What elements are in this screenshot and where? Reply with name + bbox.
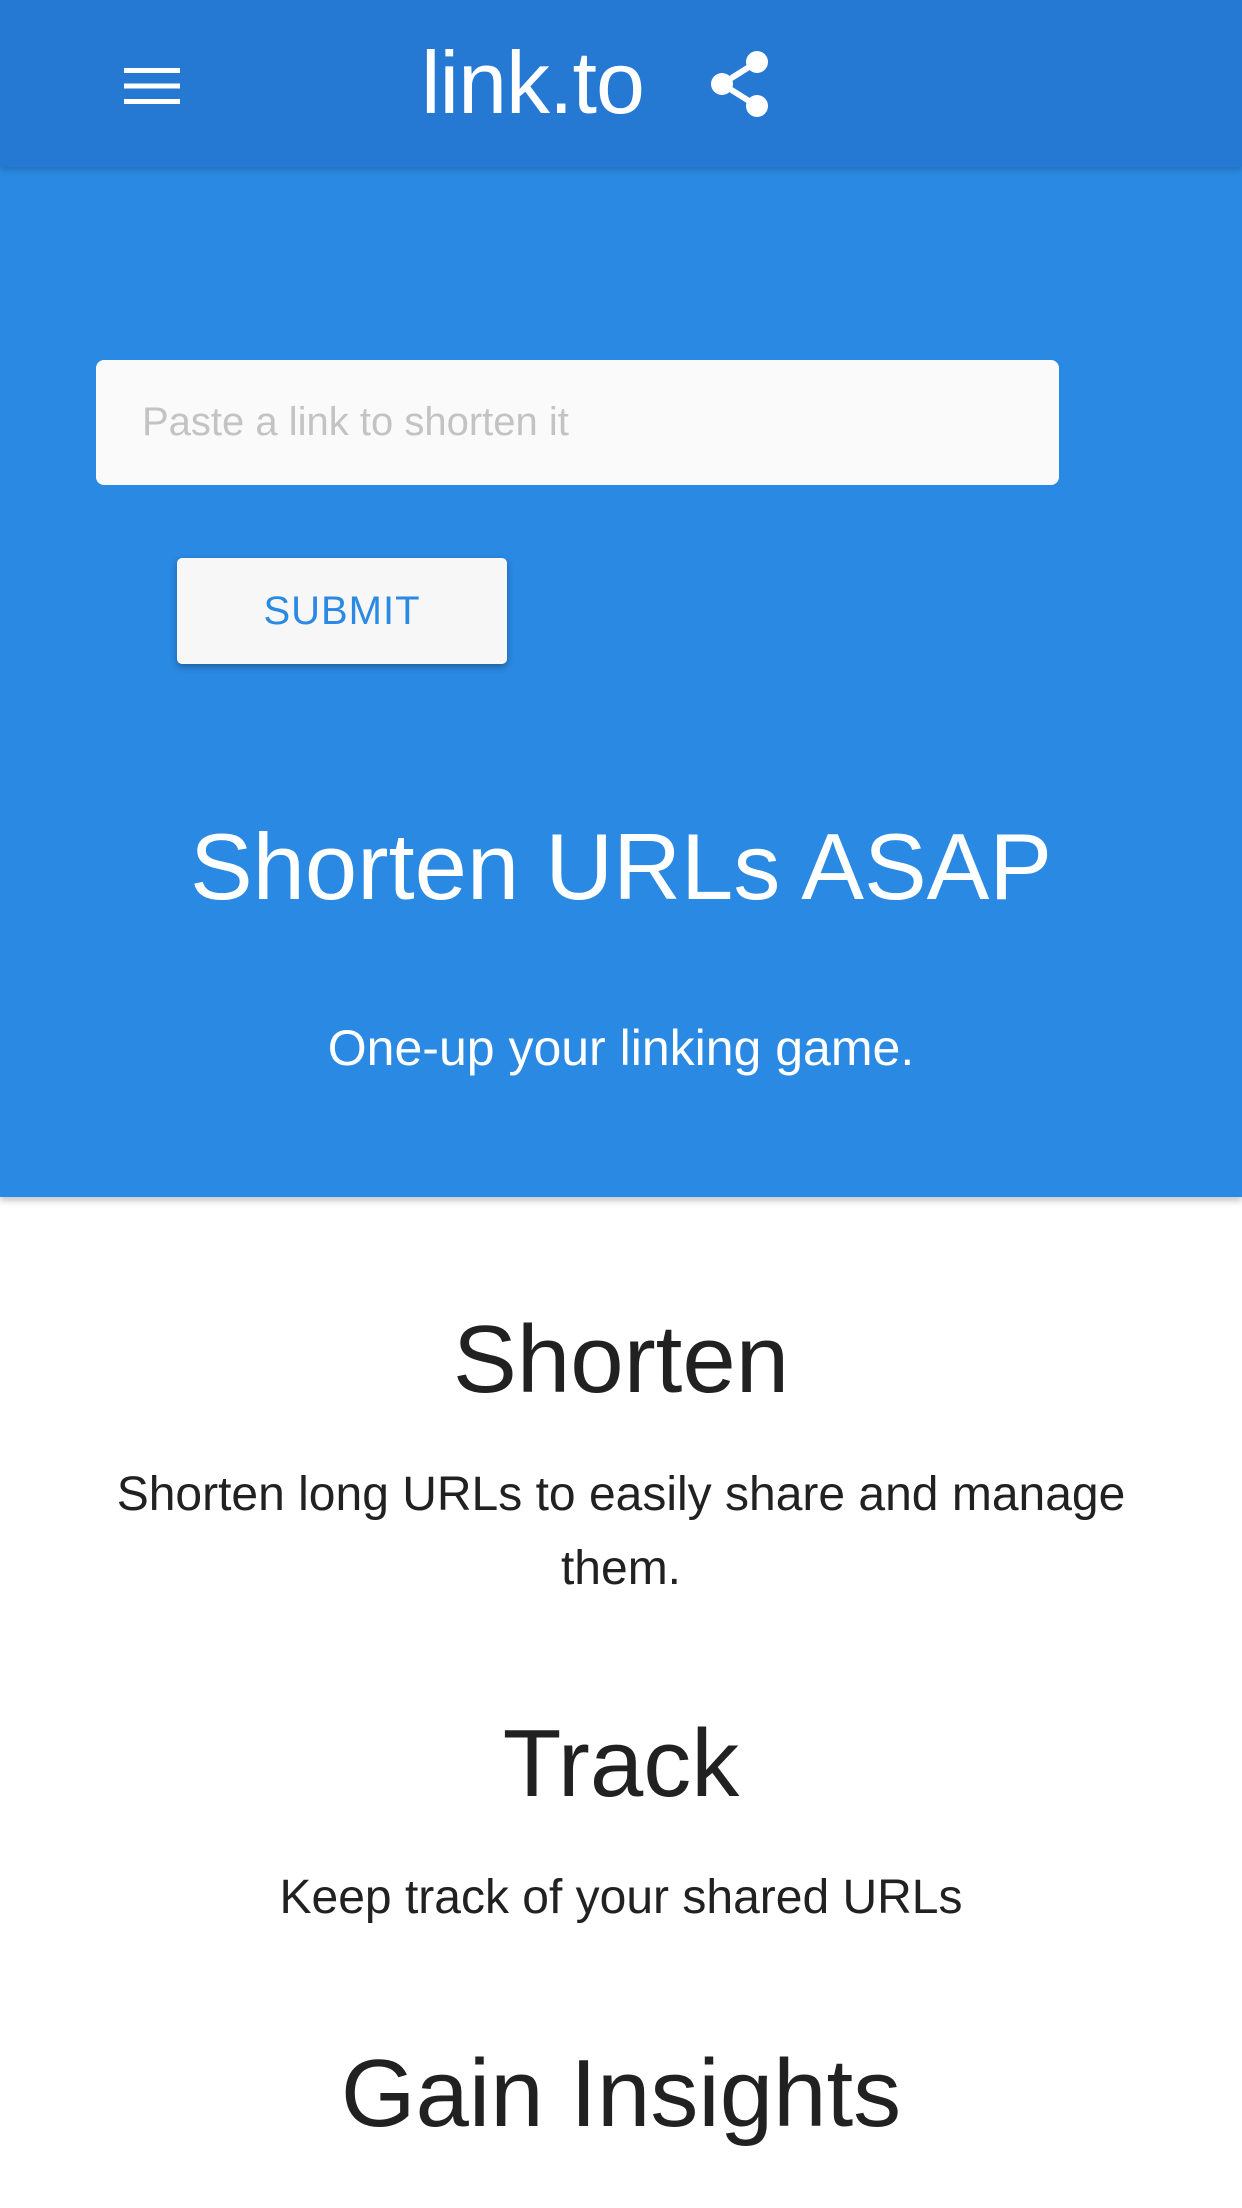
submit-button[interactable]: SUBMIT (177, 558, 507, 664)
link-input[interactable] (96, 360, 1059, 485)
app-title: link.to (421, 33, 645, 132)
menu-button[interactable] (104, 46, 200, 126)
feature-heading-shorten: Shorten (452, 1306, 790, 1413)
share-button[interactable] (700, 44, 780, 124)
hero-subtitle: One-up your linking game. (327, 1020, 915, 1076)
feature-text-shorten: Shorten long URLs to easily share and ma… (116, 1468, 1126, 1595)
app-bar: link.to (0, 0, 1242, 167)
share-icon (711, 51, 768, 117)
feature-heading-track: Track (502, 1710, 740, 1817)
hero-title: Shorten URLs ASAP (189, 814, 1053, 919)
hero-section: SUBMIT Shorten URLs ASAP One-up your lin… (0, 167, 1242, 1197)
feature-text-track: Keep track of your shared URLs (279, 1871, 963, 1924)
menu-icon (124, 68, 180, 104)
feature-heading-gain-insights: Gain Insights (340, 2040, 902, 2147)
